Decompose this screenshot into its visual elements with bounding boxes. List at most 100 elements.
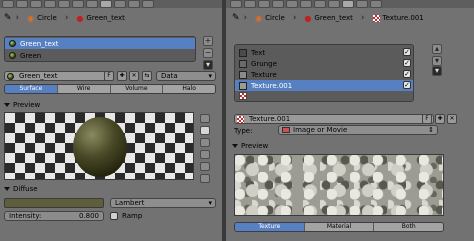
fake-user-button[interactable]: F (422, 114, 432, 124)
material-browse-icon[interactable] (7, 73, 14, 80)
collapse-triangle-icon (4, 186, 10, 191)
material-properties-panel: ✎ › ◉ Circle › ● Green_text Green_text G… (0, 0, 222, 241)
tab-both[interactable]: Both (374, 223, 443, 231)
tab-modifiers[interactable] (300, 0, 312, 8)
move-slot-up-button[interactable]: ▴ (432, 44, 442, 54)
tab-material[interactable] (328, 0, 340, 8)
material-preview (4, 112, 194, 180)
slot-specials-button[interactable]: ▾ (432, 66, 442, 76)
tab-world[interactable] (258, 0, 270, 8)
ramp-checkbox[interactable] (110, 212, 118, 220)
preview-monkey-button[interactable] (200, 150, 210, 159)
texture-slot-grunge[interactable]: Grunge (235, 58, 413, 69)
add-material-icon[interactable]: ✚ (117, 71, 127, 81)
texture-properties-panel: ✎ › ◉ Circle › ● Green_text › Texture.00… (226, 0, 474, 241)
texture-slot-texture-001[interactable]: Texture.001 (235, 80, 413, 91)
texture-type-dropdown[interactable]: Image or Movie ⇕ (278, 125, 438, 135)
chevron-down-icon: ▾ (208, 72, 212, 80)
ramp-label: Ramp (122, 212, 143, 220)
tab-constraints[interactable] (286, 0, 298, 8)
pin-icon[interactable]: ✎ (4, 13, 12, 23)
texture-browse-icon[interactable] (237, 116, 244, 123)
material-type-tabs[interactable]: Surface Wire Volume Halo (4, 84, 216, 94)
diffuse-shader-dropdown[interactable]: Lambert ▾ (110, 198, 216, 208)
tab-constraints[interactable] (58, 0, 70, 8)
tab-render[interactable] (2, 0, 14, 8)
object-icon: ◉ (255, 13, 263, 23)
chevron-down-icon: ▾ (208, 199, 212, 207)
material-slot-green[interactable]: Green (5, 50, 195, 61)
tab-data[interactable] (86, 0, 98, 8)
preview-cube-button[interactable] (200, 138, 210, 147)
tab-wire[interactable]: Wire (57, 85, 111, 93)
tab-physics[interactable] (370, 0, 382, 8)
texture-slot-text[interactable]: Text (235, 47, 413, 58)
chevron-updown-icon: ⇕ (428, 126, 434, 134)
link-data-icon[interactable]: ⇆ (142, 71, 152, 81)
breadcrumb: ✎ › ◉ Circle › ● Green_text › Texture.00… (226, 10, 474, 26)
preview-mode-tabs[interactable]: Texture Material Both (234, 222, 444, 232)
texture-slot-texture-checkbox[interactable]: ✓ (403, 70, 411, 78)
texture-slot-texture[interactable]: Texture (235, 69, 413, 80)
unlink-material-icon[interactable]: ✕ (129, 71, 139, 81)
object-icon: ◉ (27, 13, 35, 23)
preview-section-header[interactable]: Preview (4, 100, 40, 109)
tab-data[interactable] (314, 0, 326, 8)
fake-user-button[interactable]: F (104, 71, 114, 81)
material-ball-icon (9, 40, 16, 47)
material-icon: ● (76, 13, 84, 23)
texture-name-field[interactable]: Texture.001 (234, 114, 434, 124)
properties-context-tabs (0, 0, 222, 8)
tab-world[interactable] (30, 0, 42, 8)
breadcrumb: ✎ › ◉ Circle › ● Green_text (0, 10, 222, 26)
tab-modifiers[interactable] (72, 0, 84, 8)
empty-texture-slot-icon[interactable] (239, 92, 247, 100)
intensity-slider[interactable]: Intensity: 0.800 (4, 211, 104, 221)
pin-icon[interactable]: ✎ (232, 13, 240, 23)
remove-slot-button[interactable]: − (203, 48, 213, 58)
link-data-dropdown[interactable]: Data ▾ (156, 71, 216, 81)
texture-slot-text-checkbox[interactable]: ✓ (403, 48, 411, 56)
material-name-field[interactable]: Green_text (4, 71, 114, 81)
image-icon (282, 127, 290, 133)
slot-specials-button[interactable]: ▾ (203, 60, 213, 70)
tab-halo[interactable]: Halo (163, 85, 215, 93)
chevron-right-icon: › (360, 13, 365, 23)
preview-plane-button[interactable] (200, 114, 210, 123)
tab-texture[interactable]: Texture (235, 223, 305, 231)
tab-volume[interactable]: Volume (110, 85, 164, 93)
texture-slot-grunge-checkbox[interactable]: ✓ (403, 59, 411, 67)
move-slot-down-button[interactable]: ▾ (432, 56, 442, 66)
unlink-texture-icon[interactable]: ✕ (447, 114, 457, 124)
diffuse-color-swatch[interactable] (4, 198, 104, 208)
preview-hair-button[interactable] (200, 162, 210, 171)
collapse-triangle-icon (232, 143, 238, 148)
add-texture-icon[interactable]: ✚ (435, 114, 445, 124)
preview-sphere-button[interactable] (200, 126, 210, 135)
tab-texture[interactable] (114, 0, 126, 8)
tab-particles[interactable] (128, 0, 140, 8)
tab-physics[interactable] (142, 0, 154, 8)
preview-sky-button[interactable] (200, 174, 210, 183)
tab-render[interactable] (230, 0, 242, 8)
preview-section-header[interactable]: Preview (232, 141, 268, 150)
texture-slot-texture-001-checkbox[interactable]: ✓ (403, 81, 411, 89)
add-slot-button[interactable]: + (203, 36, 213, 46)
material-slot-list[interactable]: Green_text Green (4, 36, 196, 62)
tab-object[interactable] (44, 0, 56, 8)
texture-slot-list[interactable]: Text ✓ Grunge ✓ Texture ✓ Texture.001 ✓ (234, 44, 414, 102)
tab-material[interactable]: Material (304, 223, 375, 231)
tab-particles[interactable] (356, 0, 368, 8)
tab-scene[interactable] (244, 0, 256, 8)
diffuse-section-header[interactable]: Diffuse (4, 184, 38, 193)
chevron-right-icon: › (64, 13, 69, 23)
tab-surface[interactable]: Surface (5, 85, 58, 93)
tab-scene[interactable] (16, 0, 28, 8)
breadcrumb-material: ● Green_text (76, 13, 125, 23)
tab-material[interactable] (100, 0, 112, 8)
texture-icon (239, 70, 247, 79)
tab-texture[interactable] (342, 0, 354, 8)
texture-preview-image (234, 154, 444, 216)
tab-object[interactable] (272, 0, 284, 8)
material-slot-green-text[interactable]: Green_text (5, 38, 195, 49)
